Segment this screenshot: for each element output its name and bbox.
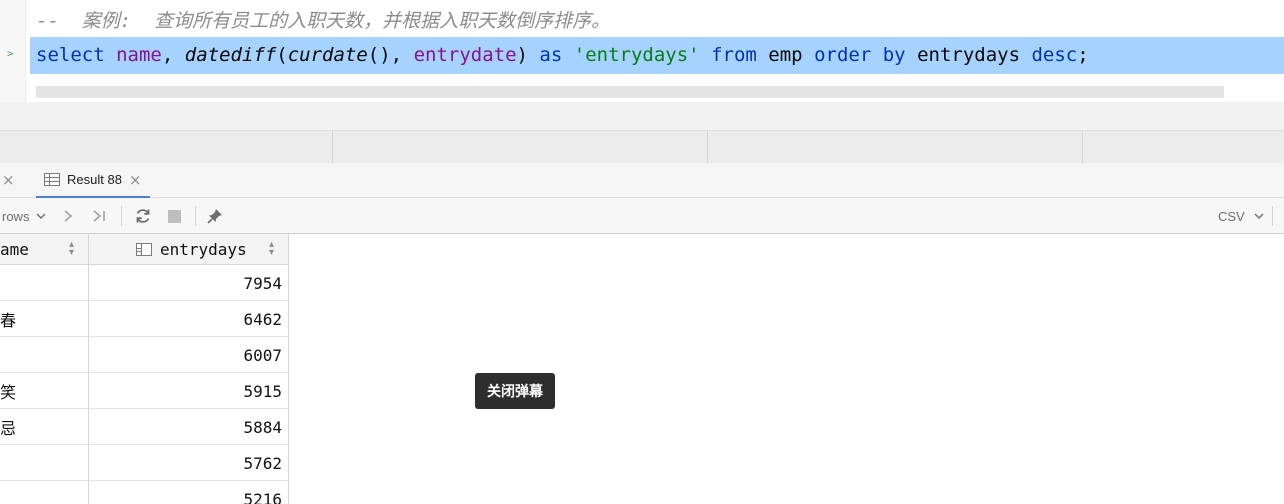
export-format-label: CSV xyxy=(1218,208,1245,224)
editor-gutter: > xyxy=(0,0,26,102)
table-grid-icon xyxy=(44,173,60,186)
result-tab-bar: × Result 88 × xyxy=(0,163,1284,198)
sql-keyword-as: as xyxy=(539,44,563,66)
grid-header: ame ▴ ▾ entrydays ▴ ▾ xyxy=(0,234,289,265)
rows-label: rows xyxy=(2,208,30,224)
result-grid[interactable]: ame ▴ ▾ entrydays ▴ ▾ 7954 春 6462 6007 笑 5… xyxy=(0,234,289,504)
sql-punct: ) xyxy=(516,44,528,66)
cell-entrydays: 7954 xyxy=(243,273,282,293)
cell-name: 春 xyxy=(0,311,17,330)
table-row[interactable]: 春 6462 xyxy=(0,301,289,337)
sql-punct: , xyxy=(161,44,185,66)
cell-entrydays: 6007 xyxy=(243,345,282,365)
cell-entrydays: 5762 xyxy=(243,453,282,473)
chevron-right-icon xyxy=(64,210,73,222)
table-row[interactable]: 6007 xyxy=(0,337,289,373)
column-header-entrydays[interactable]: entrydays xyxy=(136,234,286,265)
table-row[interactable]: 忌 5884 xyxy=(0,409,289,445)
pin-tab-button[interactable] xyxy=(206,198,224,234)
strip-divider xyxy=(707,131,708,164)
column-header-label: ame xyxy=(0,240,29,259)
sql-function-datediff: datediff xyxy=(184,44,277,66)
sql-punct: (), xyxy=(367,44,414,66)
sql-column-entrydate: entrydate xyxy=(413,44,517,66)
sql-keyword-by: by xyxy=(882,44,906,66)
pin-icon xyxy=(207,209,222,224)
chevron-down-icon xyxy=(36,213,46,219)
result-toolbar: rows CSV xyxy=(0,198,1284,234)
sort-icon[interactable]: ▴ ▾ xyxy=(269,240,274,258)
cell-entrydays: 5915 xyxy=(243,381,282,401)
sql-statement[interactable]: select name, datediff(curdate(), entryda… xyxy=(36,44,1089,66)
splitter[interactable] xyxy=(0,102,1284,130)
skip-last-icon xyxy=(93,210,105,222)
sql-punct: ( xyxy=(276,44,288,66)
tab-close-icon[interactable]: × xyxy=(129,171,142,189)
stop-icon xyxy=(168,209,181,223)
sql-keyword-select: select xyxy=(36,44,105,66)
refresh-icon xyxy=(136,209,150,223)
sort-icon[interactable]: ▴ ▾ xyxy=(69,240,74,258)
chevron-down-icon xyxy=(1254,213,1264,219)
services-strip xyxy=(0,130,1284,164)
next-page-button[interactable] xyxy=(62,198,74,234)
tab-result-88[interactable]: Result 88 × xyxy=(36,163,150,198)
cell-name: 笑 xyxy=(0,383,17,402)
strip-divider xyxy=(1082,131,1083,164)
column-header-name[interactable]: ame xyxy=(0,234,88,265)
table-row[interactable]: 5762 xyxy=(0,445,289,481)
sql-keyword-order: order xyxy=(814,44,872,66)
previous-tab-close-icon[interactable]: × xyxy=(2,171,15,189)
table-row[interactable]: 7954 xyxy=(0,265,289,301)
run-arrow-icon[interactable]: > xyxy=(7,47,14,60)
sql-keyword-desc: desc xyxy=(1031,44,1078,66)
column-header-label: entrydays xyxy=(160,240,247,259)
sql-column-name: name xyxy=(116,44,162,66)
close-danmaku-button[interactable]: 关闭弹幕 xyxy=(475,373,555,409)
toolbar-divider xyxy=(1272,206,1273,226)
table-row[interactable]: 笑 5915 xyxy=(0,373,289,409)
cell-entrydays: 5216 xyxy=(243,489,282,504)
toolbar-divider xyxy=(121,206,122,226)
tab-label: Result 88 xyxy=(67,172,122,187)
toolbar-divider xyxy=(195,206,196,226)
sql-editor[interactable]: > -- 案例: 查询所有员工的入职天数，并根据入职天数倒序排序。 select… xyxy=(0,0,1284,102)
stop-button[interactable] xyxy=(168,198,181,234)
sql-keyword-from: from xyxy=(711,44,757,66)
rows-selector[interactable]: rows xyxy=(2,198,47,234)
column-icon xyxy=(136,243,152,256)
sql-string-alias: 'entrydays' xyxy=(573,44,700,66)
comment-line: -- 案例: 查询所有员工的入职天数，并根据入职天数倒序排序。 xyxy=(36,10,611,32)
editor-horizontal-scrollbar[interactable] xyxy=(36,86,1224,98)
strip-divider xyxy=(332,131,333,164)
cell-entrydays: 5884 xyxy=(243,417,282,437)
refresh-button[interactable] xyxy=(134,198,152,234)
last-page-button[interactable] xyxy=(92,198,108,234)
table-row[interactable]: 5216 xyxy=(0,481,289,504)
sql-table-emp: emp xyxy=(768,44,803,66)
sql-function-curdate: curdate xyxy=(287,44,368,66)
sql-alias-entrydays: entrydays xyxy=(917,44,1021,66)
sql-semicolon: ; xyxy=(1077,44,1089,66)
cell-entrydays: 6462 xyxy=(243,309,282,329)
cell-name: 忌 xyxy=(0,419,17,438)
export-format-selector[interactable]: CSV xyxy=(1218,198,1265,234)
